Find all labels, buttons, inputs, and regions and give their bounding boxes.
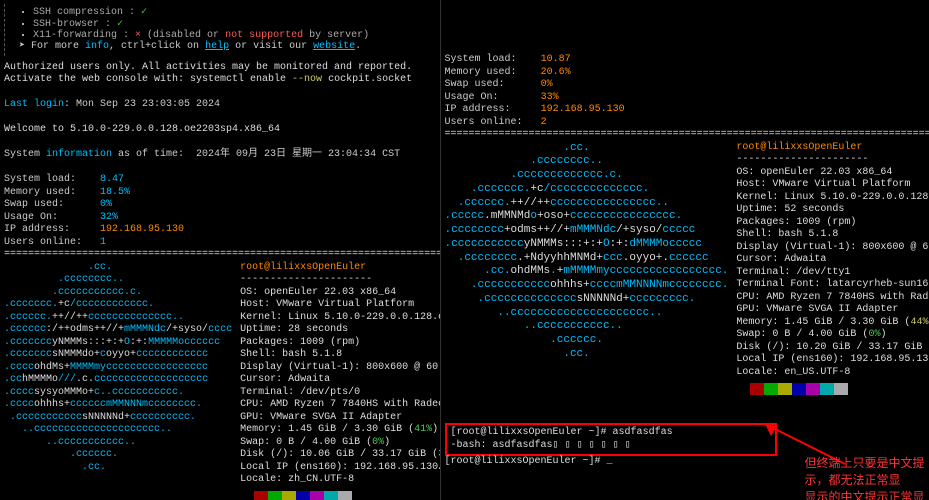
- nf-swap: Swap: 0 B / 4.00 GiB (0%): [240, 437, 440, 450]
- ssh-header: SSH compression : ✓ SSH-browser : ✓ X11-…: [4, 4, 436, 56]
- colorbar-right: [736, 383, 848, 395]
- blank: [4, 87, 436, 100]
- neofetch-block: .cc. .cccccccc.. .ccccccccccc.c. .cccccc…: [4, 262, 436, 500]
- r-stat-system-load: System load: 10.87: [445, 54, 925, 67]
- neofetch-info-left: root@lilixxsOpenEuler ------------------…: [232, 262, 440, 500]
- nf-disk: Disk (/): 10.06 GiB / 33.17 GiB (30%) - …: [240, 449, 440, 462]
- nf-cursor: Cursor: Adwaita: [240, 374, 440, 387]
- neofetch-info-right: root@lilixxsOpenEuler ------------------…: [728, 142, 929, 400]
- r-stat-memory-used: Memory used: 20.6%: [445, 67, 925, 80]
- auth-msg1: Authorized users only. All activities ma…: [4, 62, 436, 75]
- nf-cpu: CPU: AMD Ryzen 7 7840HS with Radeon 780M…: [240, 399, 440, 412]
- rnf-cpu: CPU: AMD Ryzen 7 7840HS with Radeon 780M…: [736, 292, 929, 305]
- neofetch-block-right: .cc. .cccccccc.. .ccccccccccccc.c. .cccc…: [445, 142, 925, 400]
- rnf-shell: Shell: bash 5.1.8: [736, 229, 929, 242]
- nf-host: Host: VMware Virtual Platform: [240, 299, 440, 312]
- rnf-disk: Disk (/): 10.20 GiB / 33.17 GiB (31%) - …: [736, 342, 929, 355]
- rnf-locale: Locale: en_US.UTF-8: [736, 367, 929, 380]
- rnf-uptime: Uptime: 52 seconds: [736, 204, 929, 217]
- ascii-logo-left: .cc. .cccccccc.. .ccccccccccc.c. .cccccc…: [4, 262, 232, 500]
- nf-display: Display (Virtual-1): 800x600 @ 60 Hz: [240, 362, 440, 375]
- right-command-box: [root@lilixxsOpenEuler ~]# asdfasdfas -b…: [445, 423, 777, 456]
- nf-kernel: Kernel: Linux 5.10.0-229.0.0.128.oe2203s…: [240, 312, 440, 325]
- ssh-compression-line: SSH compression : ✓: [33, 6, 428, 18]
- blank: [4, 112, 436, 125]
- rnf-gpu: GPU: VMware SVGA II Adapter: [736, 304, 929, 317]
- r-stat-usage-on: Usage On: 33%: [445, 92, 925, 105]
- auth-msg2: Activate the web console with: systemctl…: [4, 74, 436, 87]
- r-stat-users: Users online: 2: [445, 117, 925, 130]
- r-cmd-error-1: -bash: asdfasdfas▯ ▯ ▯ ▯ ▯ ▯ ▯: [451, 440, 771, 453]
- rnf-cursor: Cursor: Adwaita: [736, 254, 929, 267]
- nf-memory: Memory: 1.45 GiB / 3.30 GiB (41%): [240, 424, 440, 437]
- nf-os: OS: openEuler 22.03 x86_64: [240, 287, 440, 300]
- separator: ========================================…: [4, 249, 436, 262]
- right-terminal-pane: System load: 10.87 Memory used: 20.6% Sw…: [441, 0, 929, 500]
- nf-terminal: Terminal: /dev/pts/0: [240, 387, 440, 400]
- rnf-os: OS: openEuler 22.03 x86_64: [736, 167, 929, 180]
- stat-users: Users online: 1: [4, 237, 436, 250]
- stat-swap-used: Swap used: 0%: [4, 199, 436, 212]
- nf-packages: Packages: 1009 (rpm): [240, 337, 440, 350]
- r-stat-swap-used: Swap used: 0%: [445, 79, 925, 92]
- left-terminal-pane: SSH compression : ✓ SSH-browser : ✓ X11-…: [0, 0, 441, 500]
- nf-uptime: Uptime: 28 seconds: [240, 324, 440, 337]
- website-link[interactable]: website: [313, 41, 355, 52]
- rnf-host: Host: VMware Virtual Platform: [736, 179, 929, 192]
- stat-ip: IP address: 192.168.95.130: [4, 224, 436, 237]
- right-annotation-2: 显示的中文提示正常显示: [805, 488, 925, 500]
- ssh-browser-line: SSH-browser : ✓: [33, 18, 428, 30]
- rnf-terminal: Terminal: /dev/tty1: [736, 267, 929, 280]
- r-separator: ========================================…: [445, 129, 925, 142]
- last-login: Last login: Mon Sep 23 23:03:05 2024: [4, 99, 436, 112]
- nf-shell: Shell: bash 5.1.8: [240, 349, 440, 362]
- nf-locale: Locale: zh_CN.UTF-8: [240, 474, 440, 487]
- nf-gpu: GPU: VMware SVGA II Adapter: [240, 412, 440, 425]
- rnf-terminal-font: Terminal Font: latarcyrheb-sun16: [736, 279, 929, 292]
- stat-memory-used: Memory used: 18.5%: [4, 187, 436, 200]
- rnf-kernel: Kernel: Linux 5.10.0-229.0.0.128.oe2203s…: [736, 192, 929, 205]
- r-stat-ip: IP address: 192.168.95.130: [445, 104, 925, 117]
- ascii-logo-right: .cc. .cccccccc.. .ccccccccccccc.c. .cccc…: [445, 142, 729, 400]
- stat-usage-on: Usage On: 32%: [4, 212, 436, 225]
- help-link[interactable]: help: [205, 41, 229, 52]
- sysinfo-time: System information as of time: 2024年 09月…: [4, 149, 436, 162]
- x11-forwarding-line: X11-forwarding : × (disabled or not supp…: [33, 30, 428, 41]
- more-info-line: ➤ For more info, ctrl+click on help or v…: [13, 41, 428, 54]
- colorbar-left: [240, 491, 352, 500]
- stat-system-load: System load: 8.47: [4, 174, 436, 187]
- rnf-swap: Swap: 0 B / 4.00 GiB (0%): [736, 329, 929, 342]
- rnf-display: Display (Virtual-1): 800x600 @ 60 Hz: [736, 242, 929, 255]
- welcome-line: Welcome to 5.10.0-229.0.0.128.oe2203sp4.…: [4, 124, 436, 137]
- rnf-packages: Packages: 1009 (rpm): [736, 217, 929, 230]
- rnf-memory: Memory: 1.45 GiB / 3.30 GiB (44%): [736, 317, 929, 330]
- right-annotation-1: 但终端上只要是中文提示，都无法正常显: [805, 454, 925, 488]
- nf-localip: Local IP (ens160): 192.168.95.130/24: [240, 462, 440, 475]
- rnf-localip: Local IP (ens160): 192.168.95.130/24: [736, 354, 929, 367]
- blank: [4, 137, 436, 150]
- blank: [4, 162, 436, 175]
- r-cmd-input-1[interactable]: [root@lilixxsOpenEuler ~]# asdfasdfas: [451, 427, 771, 440]
